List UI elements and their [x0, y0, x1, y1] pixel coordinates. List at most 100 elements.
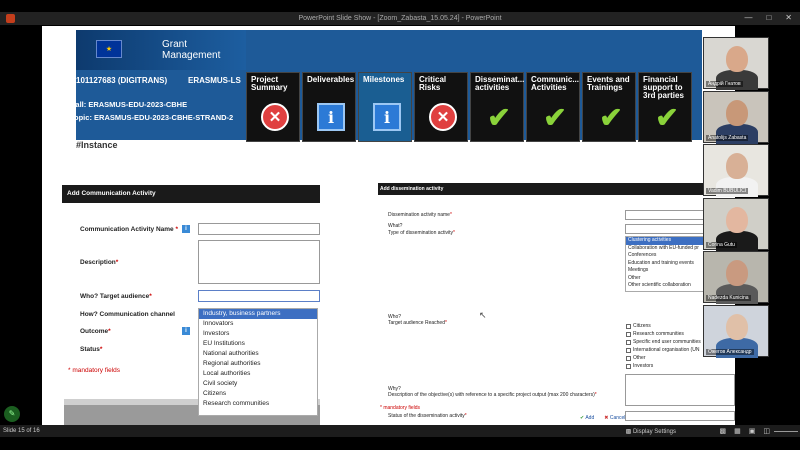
dropdown-option[interactable]: Citizens	[199, 389, 317, 399]
description-textarea[interactable]	[198, 240, 320, 284]
communication-name-label: Communication Activity Name *	[80, 226, 179, 233]
participant-body	[716, 177, 758, 197]
check-icon: ✔	[655, 101, 679, 133]
maximize-icon[interactable]: □	[766, 13, 771, 22]
program: ERASMUS-LS	[188, 76, 241, 85]
tile-events-and-trainings[interactable]: Events and Trainings ✔	[582, 72, 636, 142]
checkbox-label: Research communities	[633, 331, 684, 337]
checkbox-box[interactable]	[626, 355, 631, 361]
dropdown-option[interactable]: Innovators	[199, 319, 317, 329]
checkbox-box[interactable]	[626, 363, 631, 369]
audience-checkbox[interactable]: Investors	[626, 363, 653, 369]
participant-name: Corina Gutu	[706, 241, 737, 248]
participant-video[interactable]: Андрій Гнатов	[703, 37, 769, 90]
app-name: Grant Management	[162, 39, 221, 61]
participant-video[interactable]: Ожегов Александр	[703, 304, 769, 358]
checkbox-box[interactable]	[626, 339, 631, 345]
audience-checkbox[interactable]: Specific end user communities	[626, 339, 701, 345]
display-settings-icon: ▩	[625, 428, 632, 435]
communication-name-input[interactable]	[198, 223, 320, 235]
tile-project-summary[interactable]: Project Summary ✕	[246, 72, 300, 142]
dropdown-option[interactable]: Regional authorities	[199, 359, 317, 369]
display-settings-button[interactable]: ▩ Display Settings	[626, 428, 676, 435]
participant-name: Anatolijs Zabasta	[706, 134, 749, 141]
eu-flag-icon: ★	[96, 40, 122, 58]
slide-counter: Slide 15 of 16	[3, 428, 40, 434]
participant-body	[716, 284, 758, 304]
mandatory-note: * mandatory fields	[68, 367, 121, 374]
checkbox-label: Other	[633, 355, 646, 361]
participant-name: Nadezda Kunicina	[706, 295, 751, 301]
checkbox-label: International organisation (UN	[633, 347, 700, 353]
checkbox-box[interactable]	[626, 347, 631, 353]
participant-name: Vadim BUBULICI	[706, 188, 749, 194]
participant-body	[716, 337, 758, 358]
check-icon: ✔	[543, 101, 567, 133]
check-icon: ✔	[487, 101, 511, 133]
tile-deliverables[interactable]: Deliverables i	[302, 72, 356, 142]
slide-sorter-icon[interactable]: ▦	[734, 427, 741, 435]
bottom-strip	[0, 437, 800, 450]
minimize-icon[interactable]: —	[744, 13, 752, 22]
check-icon: ✔	[599, 101, 623, 133]
participant-face	[726, 313, 748, 340]
audience-checkbox[interactable]: Research communities	[626, 331, 684, 337]
type-label: Type of dissemination activity*	[388, 230, 455, 236]
dropdown-option[interactable]: National authorities	[199, 349, 317, 359]
participant-face	[726, 153, 748, 179]
help-icon[interactable]: i	[182, 225, 190, 233]
panel-header: Add dissemination activity	[378, 183, 735, 195]
dropdown-option[interactable]: Industry, business partners	[199, 309, 317, 319]
info-icon: i	[373, 103, 401, 131]
dropdown-option[interactable]: Civil society	[199, 379, 317, 389]
video-gallery: Андрій Гнатов Anatolijs Zabasta Vadim BUBU…	[703, 37, 769, 359]
checkbox-box[interactable]	[626, 323, 631, 329]
checkbox-box[interactable]	[626, 331, 631, 337]
target-audience-dropdown[interactable]: Industry, business partners Innovators Inv…	[198, 308, 318, 416]
tile-financial-support-to-3rd-parties[interactable]: Financial support to 3rd parties ✔	[638, 72, 692, 142]
title-bar: PowerPoint Slide Show - [Zoom_Zabasta_15…	[0, 12, 800, 25]
objective-description-textarea[interactable]	[625, 374, 735, 406]
tile-critical-risks[interactable]: Critical Risks ✕	[414, 72, 468, 142]
participant-face	[726, 260, 748, 286]
dropdown-option[interactable]: Local authorities	[199, 369, 317, 379]
participant-video[interactable]: Corina Gutu	[703, 197, 769, 251]
normal-view-icon[interactable]: ▩	[720, 427, 727, 435]
cancel-button[interactable]: ✖ Cancel	[604, 415, 625, 421]
tile-milestones[interactable]: Milestones i	[358, 72, 412, 142]
zoom-slider[interactable]	[774, 428, 798, 435]
participant-video[interactable]: Anatolijs Zabasta	[703, 90, 769, 144]
checkbox-label: Investors	[633, 363, 654, 369]
target-audience-label: Who? Target audience*	[80, 293, 152, 300]
topic-text: Topic: ERASMUS-EDU-2023-CBHE-STRAND-2	[70, 113, 234, 122]
what-label: What?	[388, 223, 403, 229]
dropdown-option[interactable]: EU Institutions	[199, 339, 317, 349]
tile-label: Disseminat... activities	[475, 75, 525, 92]
audience-checkbox[interactable]: Citizens	[626, 323, 651, 329]
add-dissemination-activity-panel: Add dissemination activity Dissemination…	[378, 183, 735, 425]
participant-video[interactable]: Vadim BUBULICI	[703, 144, 769, 197]
dissemination-name-label: Dissemination activity name*	[388, 212, 452, 218]
info-icon: i	[317, 103, 345, 131]
dropdown-option[interactable]: Research communities	[199, 399, 317, 409]
participant-video[interactable]: Nadezda Kunicina	[703, 251, 769, 304]
reading-view-icon[interactable]: ▣	[749, 427, 756, 435]
checkbox-label: Specific end user communities	[633, 339, 701, 345]
dissemination-status-select[interactable]	[625, 411, 735, 421]
status-label: Status*	[80, 346, 103, 353]
tile-label: Financial support to 3rd parties	[643, 75, 684, 100]
slideshow-icon[interactable]: ◫	[763, 427, 770, 435]
close-icon[interactable]: ✕	[785, 13, 792, 22]
audience-checkbox[interactable]: International organisation (UN	[626, 347, 699, 353]
add-icon: ✔	[580, 415, 585, 421]
dropdown-option[interactable]: Investors	[199, 329, 317, 339]
pen-tool-icon[interactable]: ✎	[4, 406, 20, 422]
tile-communic-activities[interactable]: Communic... Activities ✔	[526, 72, 580, 142]
outcome-help-icon[interactable]: i	[182, 327, 190, 335]
target-audience-select[interactable]	[198, 290, 320, 302]
tile-disseminat-activities[interactable]: Disseminat... activities ✔	[470, 72, 524, 142]
slide: ★ Grant Management 101127683 (DIGITRANS)…	[42, 26, 735, 425]
outcome-label: Outcome*	[80, 328, 111, 335]
add-button[interactable]: ✔ Add	[580, 415, 594, 421]
audience-checkbox[interactable]: Other	[626, 355, 646, 361]
